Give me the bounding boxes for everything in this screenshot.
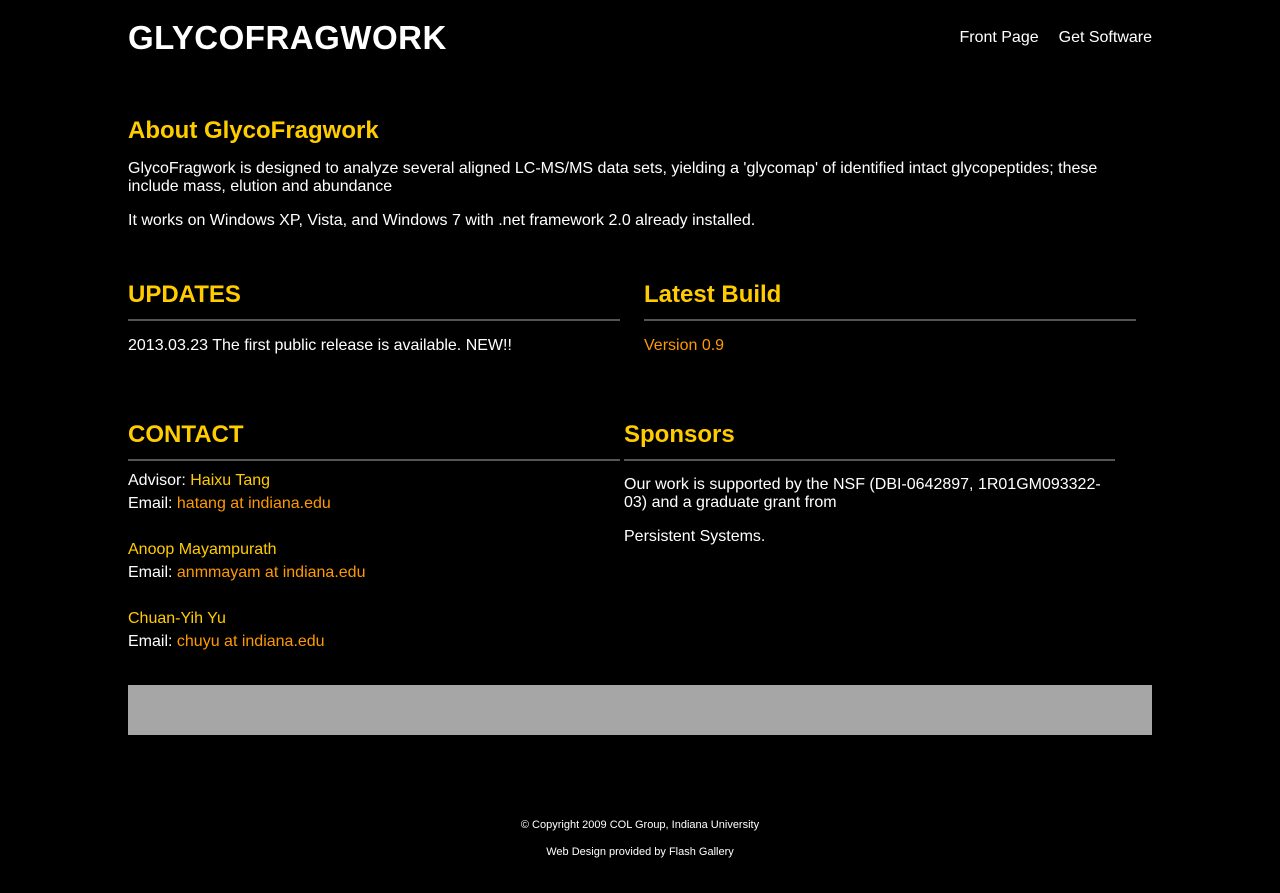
contact-list: Advisor: Haixu Tang Email: hatang at ind… — [128, 469, 620, 653]
footer: © Copyright 2009 COL Group, Indiana Univ… — [128, 818, 1152, 859]
sponsors-divider — [624, 459, 1115, 461]
email-label: Email: — [128, 495, 173, 512]
latest-build-divider — [644, 319, 1136, 321]
sponsors-paragraph: Our work is supported by the NSF (DBI-06… — [624, 476, 1101, 511]
about-requirements: It works on Windows XP, Vista, and Windo… — [128, 212, 756, 229]
contact-email-row: Email: chuyu at indiana.edu — [128, 630, 620, 653]
contact-name-link[interactable]: Chuan-Yih Yu — [128, 610, 226, 627]
email-label: Email: — [128, 633, 173, 650]
sponsors-name: Persistent Systems. — [624, 528, 766, 545]
contact-email-link[interactable]: hatang at indiana.edu — [177, 495, 331, 512]
contact-name-row: Chuan-Yih Yu — [128, 607, 620, 630]
about-section: About GlycoFragwork GlycoFragwork is des… — [128, 117, 1128, 230]
contact-divider — [128, 459, 620, 461]
contact-name-link[interactable]: Anoop Mayampurath — [128, 541, 277, 558]
latest-build-heading: Latest Build — [644, 281, 782, 308]
contact-email-row: Email: hatang at indiana.edu — [128, 492, 620, 515]
contact-email-link[interactable]: anmmayam at indiana.edu — [177, 564, 366, 581]
copyright-text: © Copyright 2009 COL Group, Indiana Univ… — [520, 819, 760, 831]
nav-front-page[interactable]: Front Page — [959, 29, 1038, 47]
sponsors-heading: Sponsors — [624, 421, 735, 448]
contact-email-row: Email: anmmayam at indiana.edu — [128, 561, 620, 584]
latest-build-section: Latest Build Version 0.9 — [644, 281, 1136, 355]
updates-divider — [128, 319, 620, 321]
site-title: GLYCOFRAGWORK — [128, 19, 447, 56]
contact-advisor-row: Advisor: Haixu Tang — [128, 469, 620, 492]
main-nav: Front Page Get Software — [959, 29, 1152, 47]
about-heading: About GlycoFragwork — [128, 117, 379, 144]
advisor-label: Advisor: — [128, 472, 186, 489]
gray-banner — [128, 685, 1152, 735]
about-paragraph: GlycoFragwork is designed to analyze sev… — [128, 160, 1098, 195]
contact-heading: CONTACT — [128, 421, 244, 448]
contact-email-link[interactable]: chuyu at indiana.edu — [177, 633, 325, 650]
design-credit: Web Design provided by Flash Gallery — [546, 846, 734, 858]
update-entry: 2013.03.23 The first public release is a… — [128, 337, 512, 354]
version-link[interactable]: Version 0.9 — [644, 337, 724, 354]
updates-heading: UPDATES — [128, 281, 241, 308]
updates-section: UPDATES 2013.03.23 The first public rele… — [128, 281, 620, 355]
email-label: Email: — [128, 564, 173, 581]
nav-get-software[interactable]: Get Software — [1059, 29, 1152, 47]
contact-name-link[interactable]: Haixu Tang — [190, 472, 270, 489]
contact-section: CONTACT Advisor: Haixu Tang Email: hatan… — [128, 421, 620, 653]
sponsors-section: Sponsors Our work is supported by the NS… — [624, 421, 1115, 546]
contact-name-row: Anoop Mayampurath — [128, 538, 620, 561]
